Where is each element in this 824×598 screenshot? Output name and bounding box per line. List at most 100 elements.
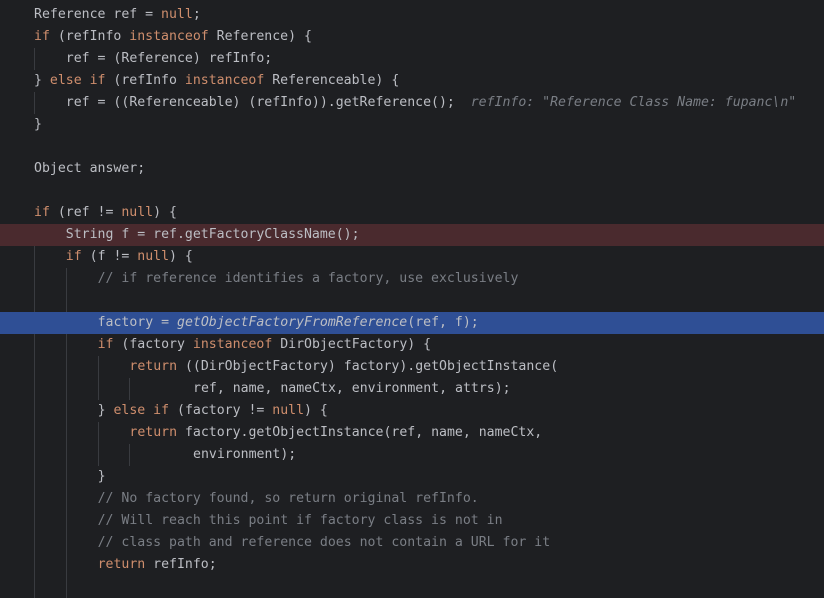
indent-guide <box>34 246 35 268</box>
code-line[interactable]: environment); <box>0 444 824 466</box>
code-line[interactable]: Reference ref = null; <box>0 4 824 26</box>
code-line[interactable] <box>0 576 824 598</box>
code-token: Referenceable) { <box>264 73 400 88</box>
comment-token: // Will reach this point if factory clas… <box>97 513 503 528</box>
indent-guide <box>129 378 131 400</box>
code-token: factory = <box>97 315 177 330</box>
code-line[interactable]: return ((DirObjectFactory) factory).getO… <box>0 356 824 378</box>
code-text: Reference ref = null; <box>34 4 201 26</box>
keyword-token: else if <box>113 403 170 418</box>
code-token: } <box>34 73 50 88</box>
code-line[interactable]: } else if (refInfo instanceof Referencea… <box>0 70 824 92</box>
code-text: String f = ref.getFactoryClassName(); <box>66 224 360 246</box>
indent-guide <box>34 334 35 356</box>
code-text: } <box>34 114 42 136</box>
code-text: if (refInfo instanceof Reference) { <box>34 26 312 48</box>
code-line[interactable]: Object answer; <box>0 158 824 180</box>
indent-guide <box>65 400 67 422</box>
code-line[interactable]: // class path and reference does not con… <box>0 532 824 554</box>
code-line[interactable]: // No factory found, so return original … <box>0 488 824 510</box>
code-text: if (ref != null) { <box>34 202 177 224</box>
indent-guide <box>34 400 35 422</box>
code-token: } <box>97 469 106 484</box>
indent-guide <box>34 268 35 290</box>
code-line[interactable]: return factory.getObjectInstance(ref, na… <box>0 422 824 444</box>
code-line[interactable]: ref, name, nameCtx, environment, attrs); <box>0 378 824 400</box>
code-token: ref = ((Referenceable) (refInfo)).getRef… <box>65 95 455 110</box>
code-text: return factory.getObjectInstance(ref, na… <box>129 422 542 444</box>
keyword-token: instanceof <box>192 337 273 352</box>
indent-guide <box>34 466 35 488</box>
indent-guide <box>65 268 67 290</box>
code-token: ) { <box>304 403 328 418</box>
code-line[interactable]: // Will reach this point if factory clas… <box>0 510 824 532</box>
code-token: refInfo; <box>145 557 217 572</box>
indent-guide <box>34 224 35 246</box>
code-text: return ((DirObjectFactory) factory).getO… <box>129 356 558 378</box>
code-line[interactable]: if (f != null) { <box>0 246 824 268</box>
indent-guide <box>65 510 67 532</box>
indent-guide <box>65 554 67 576</box>
code-token: (ref, f); <box>407 315 479 330</box>
code-token: ) { <box>153 205 177 220</box>
indent-guide <box>97 378 99 400</box>
keyword-token: if <box>34 29 50 44</box>
execution-point-line[interactable]: factory = getObjectFactoryFromReference(… <box>0 312 824 334</box>
indent-guide <box>65 444 67 466</box>
breakpoint-line[interactable]: String f = ref.getFactoryClassName(); <box>0 224 824 246</box>
indent-guide <box>34 554 35 576</box>
code-line[interactable] <box>0 136 824 158</box>
indent-guide <box>34 378 35 400</box>
keyword-token: instanceof <box>184 73 265 88</box>
code-line[interactable]: if (ref != null) { <box>0 202 824 224</box>
code-line[interactable]: if (factory instanceof DirObjectFactory)… <box>0 334 824 356</box>
code-text: // No factory found, so return original … <box>98 488 479 510</box>
indent-guide <box>65 532 67 554</box>
code-text: // if reference identifies a factory, us… <box>98 268 519 290</box>
keyword-token: return <box>129 359 178 374</box>
indent-guide <box>65 576 67 598</box>
keyword-token: null <box>137 249 170 264</box>
code-line[interactable]: } <box>0 466 824 488</box>
code-text: // Will reach this point if factory clas… <box>98 510 503 532</box>
code-token: (factory != <box>169 403 273 418</box>
code-text: if (factory instanceof DirObjectFactory)… <box>98 334 432 356</box>
code-token: Reference) { <box>208 29 312 44</box>
keyword-token: return <box>97 557 146 572</box>
code-token: ref = (Reference) refInfo; <box>65 51 273 66</box>
code-token: (refInfo <box>49 29 130 44</box>
inline-debug-value: refInfo: "Reference Class Name: fupanc\n… <box>454 95 797 110</box>
indent-guide <box>34 356 35 378</box>
code-line[interactable]: } else if (factory != null) { <box>0 400 824 422</box>
code-token: (f != <box>81 249 138 264</box>
code-editor[interactable]: Reference ref = null; if (refInfo instanc… <box>0 0 824 598</box>
keyword-token: instanceof <box>129 29 209 44</box>
code-line[interactable]: // if reference identifies a factory, us… <box>0 268 824 290</box>
code-line[interactable] <box>0 290 824 312</box>
indent-guide <box>65 466 67 488</box>
code-line[interactable]: ref = (Reference) refInfo; <box>0 48 824 70</box>
code-text: // class path and reference does not con… <box>98 532 551 554</box>
method-call-token: getObjectFactoryFromReference <box>177 315 408 330</box>
keyword-token: return <box>129 425 178 440</box>
indent-guide <box>34 422 35 444</box>
keyword-token: null <box>161 7 193 22</box>
code-line[interactable] <box>0 180 824 202</box>
indent-guide <box>65 422 67 444</box>
code-line[interactable]: return refInfo; <box>0 554 824 576</box>
keyword-token: null <box>272 403 305 418</box>
code-token: ((DirObjectFactory) factory).getObjectIn… <box>177 359 559 374</box>
code-line[interactable]: } <box>0 114 824 136</box>
indent-guide <box>34 312 35 334</box>
code-line[interactable]: ref = ((Referenceable) (refInfo)).getRef… <box>0 92 824 114</box>
code-text: return refInfo; <box>98 554 217 576</box>
code-token: ) { <box>169 249 193 264</box>
indent-guide <box>34 92 35 114</box>
code-line[interactable]: if (refInfo instanceof Reference) { <box>0 26 824 48</box>
indent-guide <box>65 378 67 400</box>
code-text: } <box>98 466 106 488</box>
comment-token: // No factory found, so return original … <box>97 491 479 506</box>
code-text: ref = ((Referenceable) (refInfo)).getRef… <box>66 92 796 114</box>
code-token: factory.getObjectInstance(ref, name, nam… <box>177 425 543 440</box>
code-token: environment); <box>193 447 297 462</box>
